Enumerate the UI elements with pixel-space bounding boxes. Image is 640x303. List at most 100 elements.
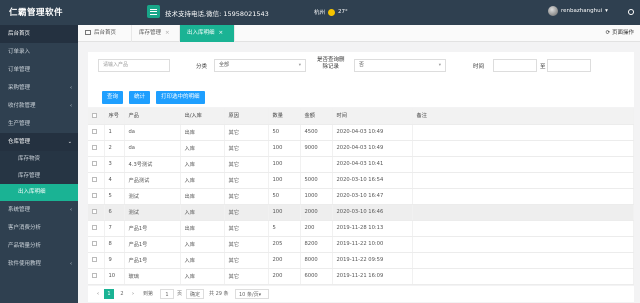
table-cell: 6000 <box>300 268 333 285</box>
row-checkbox[interactable] <box>92 177 97 182</box>
table-cell: 205 <box>268 236 301 253</box>
table-cell: 2000 <box>300 204 333 221</box>
table-row[interactable]: 8 产品1号 入库 其它 205 8200 2019-11-22 10:00 <box>88 236 634 253</box>
table-row[interactable]: 3 4.3号测试 入库 其它 100 2020-04-03 10:41 <box>88 156 634 173</box>
sidebar-item-payments[interactable]: 收付款管理 ‹ <box>0 97 78 115</box>
page-operations-button[interactable]: ⟳ 页面操作 <box>606 25 634 42</box>
table-row[interactable]: 7 产品1号 出库 其它 5 200 2019-11-28 10:13 <box>88 220 634 237</box>
sidebar-item-production[interactable]: 生产管理 <box>0 115 78 133</box>
sidebar-item-purchase[interactable]: 采购管理 ‹ <box>0 79 78 97</box>
table-cell <box>412 252 634 269</box>
row-checkbox[interactable] <box>92 257 97 262</box>
row-checkbox[interactable] <box>92 209 97 214</box>
table-cell: 200 <box>268 268 301 285</box>
row-select-cell <box>88 252 105 269</box>
sidebar-item-sales-analysis[interactable]: 产品销量分析 <box>0 237 78 255</box>
sidebar-item-home[interactable]: 后台首页 <box>0 25 78 43</box>
page-2-button[interactable]: 2 <box>118 289 126 299</box>
row-select-cell <box>88 188 105 205</box>
next-page-button[interactable]: › <box>129 289 137 299</box>
tab-bar: 后台首页 库存管理 × 出入库明细 × ⟳ 页面操作 <box>78 25 640 42</box>
category-select[interactable]: 全部 ▾ <box>214 59 306 72</box>
row-select-cell <box>88 220 105 237</box>
prev-page-button[interactable]: ‹ <box>94 289 102 299</box>
column-header[interactable]: 产品 <box>124 108 181 125</box>
close-icon[interactable]: × <box>165 30 170 36</box>
table-row[interactable]: 1 da 出库 其它 50 4500 2020-04-03 10:49 <box>88 124 634 141</box>
table-cell: 产品测试 <box>124 172 181 189</box>
menu-toggle-icon[interactable] <box>147 5 160 18</box>
product-input[interactable]: 请输入产品 <box>98 59 170 72</box>
column-header[interactable]: 数量 <box>268 108 301 125</box>
sidebar-item-order-manage[interactable]: 订单管理 <box>0 61 78 79</box>
table-cell: 2019-11-22 10:00 <box>332 236 413 253</box>
stats-button[interactable]: 统计 <box>129 91 151 104</box>
end-date-input[interactable] <box>547 59 591 72</box>
table-row[interactable]: 10 玻璃 入库 其它 200 6000 2019-11-21 16:09 <box>88 268 634 285</box>
row-checkbox[interactable] <box>92 273 97 278</box>
show-deleted-label-line: 除记录 <box>322 64 340 70</box>
table-cell: 其它 <box>224 252 269 269</box>
sidebar-item-tutorial[interactable]: 软件使用教程 ‹ <box>0 255 78 273</box>
sidebar-item-stock-details[interactable]: 出入库明细 <box>0 184 78 201</box>
row-checkbox[interactable] <box>92 145 97 150</box>
sidebar-item-customer-analysis[interactable]: 客户消费分析 <box>0 219 78 237</box>
brand-title: 仁霸管理软件 <box>9 8 64 18</box>
column-header[interactable]: 出/入库 <box>180 108 225 125</box>
confirm-button[interactable]: 确定 <box>186 289 205 299</box>
sidebar-item-stock-manage[interactable]: 库存管理 <box>0 168 78 185</box>
sidebar-item-system[interactable]: 系统管理 ‹ <box>0 201 78 219</box>
table-row[interactable]: 6 测试 入库 其它 100 2000 2020-03-10 16:46 <box>88 204 634 221</box>
table-cell: 5 <box>268 220 301 237</box>
table-cell: 玻璃 <box>124 268 181 285</box>
show-deleted-select[interactable]: 否 ▾ <box>354 59 446 72</box>
sidebar-item-warehouse[interactable]: 仓库管理 ⌄ <box>0 133 78 151</box>
tab-label: 出入库明细 <box>187 30 215 36</box>
page-1-button[interactable]: 1 <box>104 289 114 299</box>
table-row[interactable]: 2 da 入库 其它 100 9000 2020-04-03 10:49 <box>88 140 634 157</box>
column-header[interactable]: 时间 <box>332 108 413 125</box>
sidebar-item-order-entry[interactable]: 订单录入 <box>0 43 78 61</box>
select-all-checkbox[interactable] <box>92 112 97 118</box>
table-cell: 产品1号 <box>124 236 181 253</box>
table-row[interactable]: 5 测试 出库 其它 50 1000 2020-03-10 16:47 <box>88 188 634 205</box>
table-cell: 出库 <box>180 220 225 237</box>
column-header[interactable]: 原因 <box>224 108 269 125</box>
row-checkbox[interactable] <box>92 193 97 198</box>
sidebar-item-label: 系统管理 <box>8 206 31 213</box>
table-cell: 8000 <box>300 252 333 269</box>
column-header[interactable]: 金额 <box>300 108 333 125</box>
table-cell: 100 <box>268 156 301 173</box>
user-menu[interactable]: renbazhanghui ▾ <box>548 6 608 16</box>
column-header[interactable]: 备注 <box>412 108 634 125</box>
print-selected-button[interactable]: 打印选中的明细 <box>156 91 205 104</box>
sidebar-item-stock-goods[interactable]: 库存物资 <box>0 151 78 168</box>
table-cell: 测试 <box>124 204 181 221</box>
power-icon[interactable] <box>628 9 634 15</box>
close-icon[interactable]: × <box>219 30 224 36</box>
tab-stock-details[interactable]: 出入库明细 × <box>180 25 235 42</box>
main-content: 请输入产品 分类 全部 ▾ 是否查询删 除记录 否 ▾ 时间 至 查询 统计 打印选中… <box>78 42 640 303</box>
table-cell: 10 <box>104 268 125 285</box>
per-page-select[interactable]: 10 条/页▾ <box>235 289 269 299</box>
table-cell: 8 <box>104 236 125 253</box>
table-cell: 1000 <box>300 188 333 205</box>
tab-stock-manage[interactable]: 库存管理 × <box>132 25 180 42</box>
row-checkbox[interactable] <box>92 129 97 134</box>
table-cell: 2020-04-03 10:49 <box>332 140 413 157</box>
table-cell: 入库 <box>180 252 225 269</box>
row-checkbox[interactable] <box>92 241 97 246</box>
tab-home[interactable]: 后台首页 <box>78 25 132 42</box>
goto-page-input[interactable]: 1 <box>160 289 174 299</box>
row-checkbox[interactable] <box>92 161 97 166</box>
table-cell <box>412 268 634 285</box>
table-cell: 入库 <box>180 236 225 253</box>
table-row[interactable]: 4 产品测试 入库 其它 100 5000 2020-03-10 16:54 <box>88 172 634 189</box>
row-checkbox[interactable] <box>92 225 97 230</box>
query-button[interactable]: 查询 <box>102 91 124 104</box>
table-row[interactable]: 9 产品1号 入库 其它 200 8000 2019-11-22 09:59 <box>88 252 634 269</box>
column-header[interactable]: 序号 <box>104 108 125 125</box>
top-bar: 仁霸管理软件 技术支持电话,微信: 15958021543 杭州 27° ren… <box>0 0 640 25</box>
start-date-input[interactable] <box>493 59 537 72</box>
page-unit-label: 页 <box>177 291 183 297</box>
